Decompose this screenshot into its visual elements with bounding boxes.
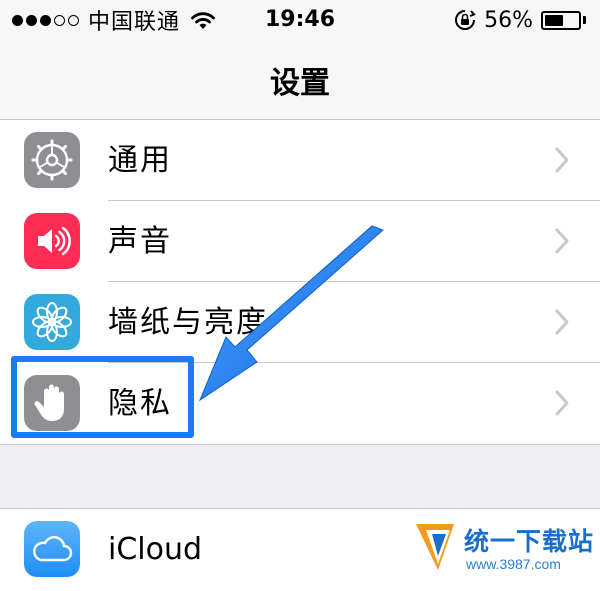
watermark: 统一下载站 www.3987.com	[414, 520, 594, 580]
watermark-url: www.3987.com	[466, 556, 561, 572]
watermark-logo-icon	[416, 524, 454, 570]
annotation-arrow-icon	[198, 225, 384, 402]
watermark-brand: 统一下载站	[464, 527, 595, 556]
